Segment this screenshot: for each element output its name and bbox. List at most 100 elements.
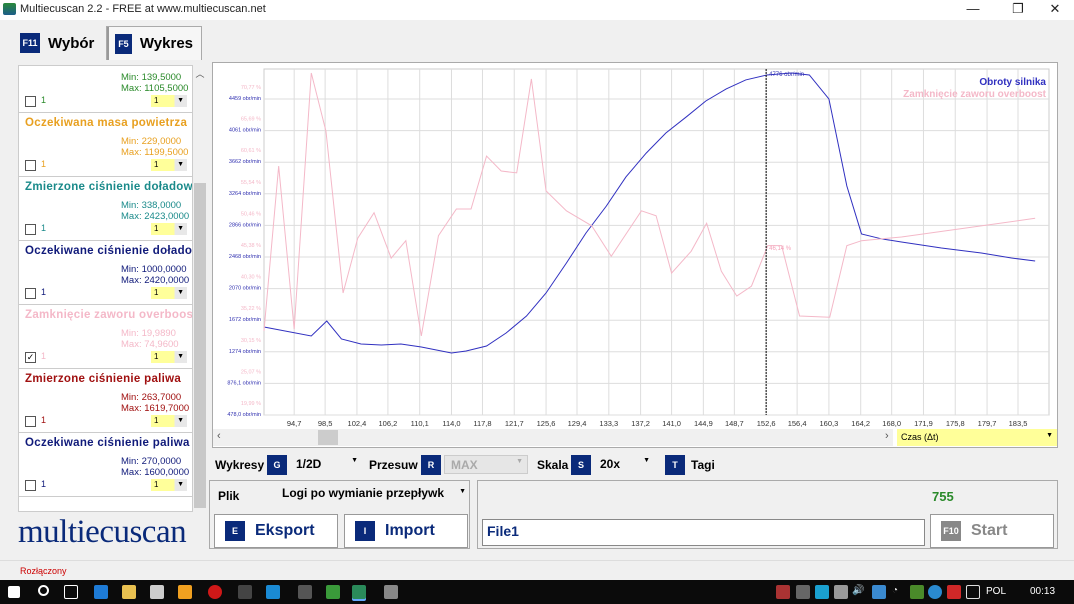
start-button[interactable]: F10 Start bbox=[930, 514, 1054, 548]
parameter-checkbox[interactable] bbox=[25, 480, 36, 491]
calculator-icon[interactable] bbox=[150, 585, 164, 599]
start-icon[interactable] bbox=[8, 586, 20, 598]
x-tick-label: 160,3 bbox=[820, 419, 839, 428]
search-icon[interactable] bbox=[38, 585, 49, 596]
x-tick-label: 125,6 bbox=[537, 419, 556, 428]
parameter-item: Zamknięcie zaworu overboost Min: 19,9890… bbox=[19, 305, 193, 369]
file-name-input[interactable]: File1 bbox=[482, 519, 925, 546]
x-tick-label: 148,7 bbox=[725, 419, 744, 428]
parameter-scale-select[interactable]: 1 ▼ bbox=[151, 287, 187, 299]
parameter-checkbox[interactable] bbox=[25, 416, 36, 427]
parameter-axis-number: 1 bbox=[41, 223, 47, 233]
parameter-checkbox[interactable] bbox=[25, 224, 36, 235]
restore-button[interactable]: ❐ bbox=[1003, 0, 1033, 18]
file-select[interactable]: Logi po wymianie przepływk ▼ bbox=[282, 486, 468, 504]
onedrive-icon[interactable] bbox=[796, 585, 810, 599]
title-bar: Multiecuscan 2.2 - FREE at www.multiecus… bbox=[0, 0, 1074, 20]
scroll-thumb[interactable] bbox=[318, 430, 338, 445]
parameter-list: Min: 139,5000 Max: 1105,5000 1 1 ▼ Oczekiwa… bbox=[18, 65, 193, 512]
scroll-right-icon[interactable]: › bbox=[885, 430, 889, 442]
parameter-scale-select[interactable]: 1 ▼ bbox=[151, 95, 187, 107]
cursor-label-pct: 46,14 % bbox=[769, 246, 792, 252]
multiecuscan-taskbar-icon[interactable] bbox=[352, 585, 366, 599]
x-tick-label: 141,0 bbox=[662, 419, 681, 428]
parameter-scale-select[interactable]: 1 ▼ bbox=[151, 351, 187, 363]
y-tick-label-rpm: 2070 obr/min bbox=[229, 286, 261, 292]
taskbar: 🔊 ◔ POL 00:13 bbox=[0, 580, 1074, 604]
parameter-scale-select[interactable]: 1 ▼ bbox=[151, 159, 187, 171]
opera-icon[interactable] bbox=[208, 585, 222, 599]
chevron-down-icon: ▼ bbox=[177, 97, 184, 104]
app-icon[interactable] bbox=[384, 585, 398, 599]
chevron-down-icon: ▼ bbox=[351, 457, 358, 464]
list-scrollbar-thumb[interactable] bbox=[194, 183, 206, 508]
clock[interactable]: 00:13 bbox=[1030, 586, 1055, 597]
start-label: Start bbox=[971, 522, 1008, 539]
x-tick-label: 183,5 bbox=[1009, 419, 1028, 428]
key-badge: E bbox=[225, 521, 245, 541]
app-icon[interactable] bbox=[326, 585, 340, 599]
scale-value: 1 bbox=[154, 160, 159, 169]
x-tick-label: 121,7 bbox=[505, 419, 524, 428]
przesuw-select[interactable]: MAX ▼ bbox=[444, 455, 528, 474]
parameter-name: Oczekiwana masa powietrza bbox=[25, 117, 188, 129]
parameter-checkbox[interactable] bbox=[25, 288, 36, 299]
minimize-button[interactable]: — bbox=[958, 0, 988, 18]
task-view-icon[interactable] bbox=[64, 585, 78, 599]
parameter-checkbox[interactable] bbox=[25, 96, 36, 107]
battery-icon[interactable] bbox=[834, 585, 848, 599]
parameter-checkbox[interactable] bbox=[25, 160, 36, 171]
wykresy-select[interactable]: 1/2D ▼ bbox=[290, 455, 362, 474]
media-icon[interactable] bbox=[178, 585, 192, 599]
scale-value: 1 bbox=[154, 416, 159, 425]
chart-hscrollbar[interactable]: ‹ › bbox=[213, 429, 893, 446]
tray-icon[interactable] bbox=[815, 585, 829, 599]
skala-value: 20x bbox=[600, 457, 621, 471]
parameter-axis-number: 1 bbox=[41, 351, 47, 361]
wykresy-label: Wykresy bbox=[215, 458, 265, 472]
x-axis-label: Czas (Δt) bbox=[901, 432, 939, 442]
export-button[interactable]: E Eksport bbox=[214, 514, 338, 548]
key-badge: I bbox=[355, 521, 375, 541]
y-tick-label-pct: 55,54 % bbox=[241, 180, 261, 186]
x-tick-label: 164,2 bbox=[851, 419, 870, 428]
app-icon[interactable] bbox=[298, 585, 312, 599]
volume-icon[interactable]: 🔊 bbox=[852, 585, 866, 599]
x-axis-select[interactable]: Czas (Δt) ▼ bbox=[897, 429, 1057, 446]
explorer-icon[interactable] bbox=[122, 585, 136, 599]
wifi-icon[interactable]: ◔ bbox=[892, 585, 906, 599]
tab-wykres[interactable]: F5 Wykres bbox=[106, 26, 202, 60]
skype-icon[interactable] bbox=[266, 585, 280, 599]
x-tick-label: 175,8 bbox=[946, 419, 965, 428]
connection-status: Rozłączony bbox=[20, 566, 67, 576]
tagi-button[interactable]: T bbox=[665, 455, 685, 475]
import-button[interactable]: I Import bbox=[344, 514, 468, 548]
parameter-axis-number: 1 bbox=[41, 415, 47, 425]
import-label: Import bbox=[385, 522, 435, 539]
scroll-left-icon[interactable]: ‹ bbox=[217, 430, 221, 442]
parameter-min: Min: 139,5000 bbox=[121, 72, 182, 83]
x-tick-label: 114,0 bbox=[442, 419, 460, 428]
parameter-scale-select[interactable]: 1 ▼ bbox=[151, 479, 187, 491]
legend-entry: Obroty silnika bbox=[979, 77, 1046, 88]
tray-icon[interactable] bbox=[928, 585, 942, 599]
close-button[interactable]: ✕ bbox=[1040, 0, 1070, 18]
tab-wybor[interactable]: F11 Wybór bbox=[12, 26, 102, 60]
parameter-name: Zamknięcie zaworu overboost bbox=[25, 309, 193, 321]
app-icon[interactable] bbox=[238, 585, 252, 599]
y-tick-label-pct: 70,77 % bbox=[241, 85, 261, 91]
tray-icon[interactable] bbox=[776, 585, 790, 599]
tray-icon[interactable] bbox=[872, 585, 886, 599]
y-tick-label-pct: 40,30 % bbox=[241, 275, 261, 281]
skala-select[interactable]: 20x ▼ bbox=[594, 455, 654, 474]
notifications-icon[interactable] bbox=[966, 585, 980, 599]
parameter-scale-select[interactable]: 1 ▼ bbox=[151, 415, 187, 427]
parameter-scale-select[interactable]: 1 ▼ bbox=[151, 223, 187, 235]
edge-icon[interactable] bbox=[94, 585, 108, 599]
scroll-up-icon[interactable]: ︿ bbox=[193, 67, 207, 80]
parameter-checkbox[interactable]: ✓ bbox=[25, 352, 36, 363]
tray-icon[interactable] bbox=[947, 585, 961, 599]
x-tick-label: 117,8 bbox=[473, 419, 491, 428]
nvidia-icon[interactable] bbox=[910, 585, 924, 599]
language-indicator[interactable]: POL bbox=[986, 586, 1006, 597]
